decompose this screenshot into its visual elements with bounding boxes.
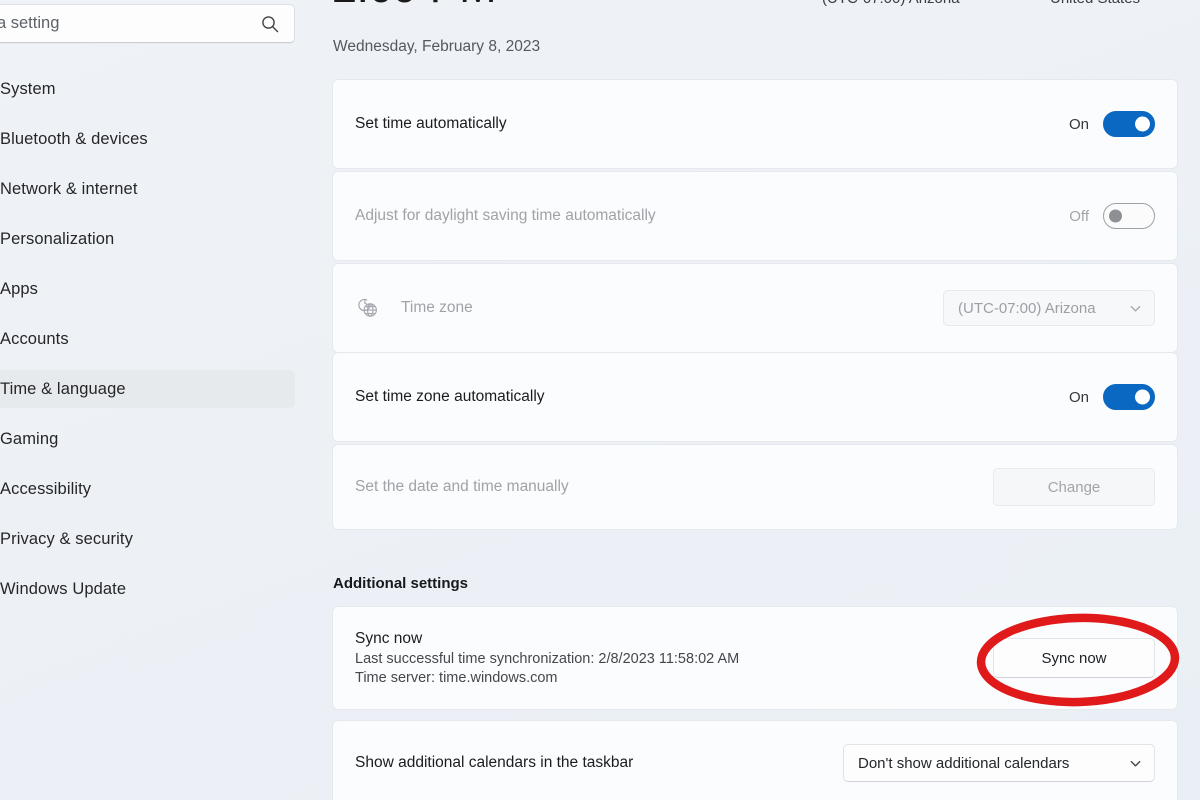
sidebar-item-label: Windows Update — [0, 579, 127, 598]
toggle-knob — [1135, 116, 1150, 132]
sync-now-row: Sync now Last successful time synchroniz… — [332, 606, 1178, 710]
adjust-daylight-saving-control: Off — [1069, 203, 1155, 229]
set-time-automatically-toggle[interactable] — [1103, 111, 1155, 137]
sync-now-button[interactable]: Sync now — [993, 638, 1155, 678]
change-button: Change — [993, 468, 1155, 506]
sidebar-item-label: Apps — [0, 279, 39, 298]
header-region-value: United States — [1050, 0, 1140, 10]
set-time-automatically-label: Set time automatically — [355, 115, 507, 132]
sidebar-item-label: Privacy & security — [0, 529, 133, 548]
sidebar: a setting System Bluetooth & devices Net… — [0, 0, 332, 800]
sidebar-item-label: Gaming — [0, 429, 59, 448]
current-date: Wednesday, February 8, 2023 — [333, 38, 541, 55]
sidebar-item-bluetooth-devices[interactable]: Bluetooth & devices — [0, 120, 295, 158]
toggle-knob — [1135, 389, 1150, 405]
show-additional-calendars-row[interactable]: Show additional calendars in the taskbar… — [332, 720, 1178, 800]
adjust-daylight-saving-toggle — [1103, 203, 1155, 229]
sidebar-nav: System Bluetooth & devices Network & int… — [0, 70, 332, 620]
time-zone-control: (UTC-07:00) Arizona — [943, 290, 1155, 326]
sync-now-text-block: Sync now Last successful time synchroniz… — [355, 630, 739, 686]
set-time-automatically-control: On — [1069, 111, 1155, 137]
show-additional-calendars-label: Show additional calendars in the taskbar — [355, 754, 634, 771]
clock-globe-icon — [355, 295, 381, 321]
time-zone-row: Time zone (UTC-07:00) Arizona — [332, 263, 1178, 353]
set-time-zone-automatically-row[interactable]: Set time zone automatically On — [332, 352, 1178, 442]
sidebar-item-system[interactable]: System — [0, 70, 295, 108]
set-time-automatically-row[interactable]: Set time automatically On — [332, 79, 1178, 169]
header-region-info: Region United States — [1012, 0, 1140, 10]
current-time: 2:09 PM — [332, 0, 497, 9]
additional-settings-heading: Additional settings — [333, 575, 468, 592]
set-date-time-manually-row: Set the date and time manually Change — [332, 444, 1178, 530]
additional-calendars-dropdown[interactable]: Don't show additional calendars — [843, 744, 1155, 782]
chevron-down-icon — [1129, 757, 1142, 770]
sidebar-item-label: Accounts — [0, 329, 69, 348]
sidebar-item-personalization[interactable]: Personalization — [0, 220, 295, 258]
sidebar-item-accessibility[interactable]: Accessibility — [0, 470, 295, 508]
set-time-automatically-state: On — [1068, 115, 1089, 133]
time-zone-dropdown-value: (UTC-07:00) Arizona — [958, 299, 1096, 317]
set-time-zone-automatically-control: On — [1069, 384, 1155, 410]
time-zone-dropdown: (UTC-07:00) Arizona — [943, 290, 1155, 326]
time-zone-label: Time zone — [401, 299, 473, 316]
set-time-zone-automatically-toggle[interactable] — [1103, 384, 1155, 410]
sidebar-item-privacy-security[interactable]: Privacy & security — [0, 520, 295, 558]
set-date-time-manually-control: Change — [993, 468, 1155, 506]
sidebar-item-accounts[interactable]: Accounts — [0, 320, 295, 358]
set-time-zone-automatically-state: On — [1068, 388, 1089, 406]
sidebar-item-label: Accessibility — [0, 479, 92, 498]
set-time-zone-automatically-label: Set time zone automatically — [355, 388, 545, 405]
adjust-daylight-saving-label: Adjust for daylight saving time automati… — [355, 207, 656, 224]
additional-calendars-dropdown-value: Don't show additional calendars — [858, 754, 1070, 772]
sidebar-item-windows-update[interactable]: Windows Update — [0, 570, 295, 608]
toggle-knob — [1109, 209, 1122, 223]
search-field-wrapper: a setting — [0, 4, 295, 43]
show-additional-calendars-control: Don't show additional calendars — [843, 744, 1155, 782]
settings-window: a setting System Bluetooth & devices Net… — [0, 0, 1200, 800]
search-input[interactable]: a setting — [0, 4, 295, 43]
main-content: 2:09 PM Wednesday, February 8, 2023 — [332, 0, 1200, 800]
sidebar-item-label: System — [0, 79, 56, 98]
sidebar-item-time-language[interactable]: Time & language — [0, 370, 295, 408]
adjust-daylight-saving-row: Adjust for daylight saving time automati… — [332, 171, 1178, 261]
sync-last-successful: Last successful time synchronization: 2/… — [355, 651, 740, 667]
search-icon — [260, 14, 280, 34]
header-timezone-info: Time zone (UTC-07:00) Arizona — [784, 0, 960, 10]
set-date-time-manually-label: Set the date and time manually — [355, 478, 569, 495]
chevron-down-icon — [1129, 302, 1142, 315]
sidebar-item-network-internet[interactable]: Network & internet — [0, 170, 295, 208]
header-timezone-value: (UTC-07:00) Arizona — [822, 0, 960, 10]
date-time-header: 2:09 PM Wednesday, February 8, 2023 — [332, 0, 1200, 70]
sidebar-item-label: Personalization — [0, 229, 115, 248]
sidebar-item-label: Bluetooth & devices — [0, 129, 148, 148]
sidebar-item-label: Time & language — [0, 379, 126, 398]
sidebar-item-apps[interactable]: Apps — [0, 270, 295, 308]
sidebar-item-label: Network & internet — [0, 179, 138, 198]
sync-now-control: Sync now — [993, 638, 1155, 678]
search-input-text: a setting — [0, 14, 60, 32]
adjust-daylight-saving-state: Off — [1069, 207, 1089, 225]
sync-time-server: Time server: time.windows.com — [355, 670, 558, 686]
sync-now-title: Sync now — [355, 630, 423, 647]
sidebar-item-gaming[interactable]: Gaming — [0, 420, 295, 458]
